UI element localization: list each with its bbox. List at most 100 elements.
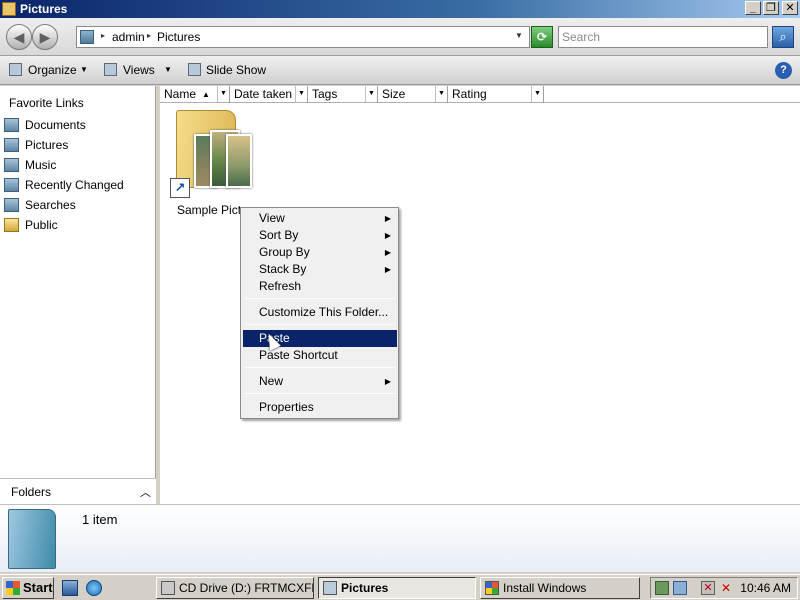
chevron-down-icon[interactable]: ▼ — [435, 86, 447, 102]
menu-item-label: Sort By — [259, 228, 299, 242]
chevron-down-icon[interactable]: ▼ — [531, 86, 543, 102]
breadcrumb-arrow-icon[interactable]: ▸ — [147, 31, 151, 40]
menu-item-properties[interactable]: Properties — [243, 399, 397, 416]
organize-button[interactable]: Organize — [28, 63, 77, 77]
cd-drive-icon — [161, 581, 175, 595]
column-header-rating[interactable]: Rating ▼ — [448, 86, 544, 103]
sidebar-item-label: Recently Changed — [25, 178, 124, 192]
breadcrumb-pictures[interactable]: Pictures — [157, 30, 200, 44]
taskbar: Start CD Drive (D:) FRTMCXFR... Pictures… — [0, 574, 800, 600]
forward-button[interactable]: ▶ — [32, 24, 58, 50]
close-button[interactable]: ✕ — [782, 1, 798, 15]
security-icon[interactable] — [655, 581, 669, 595]
address-bar[interactable]: ▸ admin ▸ Pictures ▼ — [76, 26, 530, 48]
menu-item-label: View — [259, 211, 285, 225]
internet-explorer-icon[interactable] — [86, 580, 102, 596]
chevron-down-icon[interactable]: ▼ — [164, 65, 172, 74]
menu-item-group-by[interactable]: Group By ▶ — [243, 244, 397, 261]
sidebar-item-recently-changed[interactable]: Recently Changed — [4, 176, 154, 194]
menu-item-label: Refresh — [259, 279, 302, 293]
start-button[interactable]: Start — [2, 577, 54, 599]
taskbar-button-cd-drive[interactable]: CD Drive (D:) FRTMCXFR... — [156, 577, 314, 599]
column-label: Tags — [312, 87, 338, 101]
menu-item-new[interactable]: New ▶ — [243, 373, 397, 390]
sidebar-item-label: Documents — [25, 118, 86, 132]
refresh-button[interactable]: ⟳ — [531, 26, 553, 48]
menu-item-label: Properties — [259, 400, 314, 414]
back-button[interactable]: ◀ — [6, 24, 32, 50]
music-icon — [4, 158, 19, 172]
chevron-up-icon[interactable]: ︿ — [140, 484, 151, 500]
column-header-date-taken[interactable]: Date taken ▼ — [230, 86, 308, 103]
system-tray: ✕ ✕ 10:46 AM — [650, 577, 798, 599]
maximize-button[interactable]: ❐ — [763, 1, 779, 15]
minimize-button[interactable]: _ — [745, 1, 761, 15]
column-label: Date taken — [234, 87, 293, 101]
menu-item-sort-by[interactable]: Sort By ▶ — [243, 227, 397, 244]
documents-icon — [4, 118, 19, 132]
breadcrumb-arrow-icon[interactable]: ▸ — [101, 31, 105, 40]
help-icon[interactable]: ? — [775, 62, 792, 79]
column-header-tags[interactable]: Tags ▼ — [308, 86, 378, 103]
column-label: Size — [382, 87, 406, 101]
sidebar-item-searches[interactable]: Searches — [4, 196, 154, 214]
network-icon[interactable] — [673, 581, 687, 595]
submenu-arrow-icon: ▶ — [384, 377, 391, 386]
windows-setup-icon — [485, 581, 499, 595]
favorite-links-heading: Favorite Links — [9, 96, 84, 110]
search-icon[interactable]: ⌕ — [772, 26, 794, 48]
volume-muted-icon[interactable]: ✕ — [719, 581, 733, 595]
pictures-icon — [4, 138, 19, 152]
taskbar-button-label: Install Windows — [503, 581, 587, 595]
submenu-arrow-icon: ▶ — [384, 214, 391, 223]
network-disconnected-icon[interactable]: ✕ — [701, 581, 715, 595]
menu-item-customize-folder[interactable]: Customize This Folder... — [243, 304, 397, 321]
show-desktop-icon[interactable] — [62, 580, 78, 596]
sidebar-item-documents[interactable]: Documents — [4, 116, 154, 134]
context-menu: View ▶ Sort By ▶ Group By ▶ Stack By ▶ R… — [240, 207, 399, 419]
chevron-down-icon[interactable]: ▼ — [80, 65, 88, 74]
taskbar-clock[interactable]: 10:46 AM — [740, 581, 791, 595]
menu-item-paste-shortcut[interactable]: Paste Shortcut — [243, 347, 397, 364]
menu-separator — [245, 367, 395, 368]
sidebar-item-pictures[interactable]: Pictures — [4, 136, 154, 154]
taskbar-button-install-windows[interactable]: Install Windows — [480, 577, 640, 599]
column-header-name[interactable]: Name ▲ ▼ — [160, 86, 230, 103]
sidebar-item-music[interactable]: Music — [4, 156, 154, 174]
taskbar-button-pictures[interactable]: Pictures — [318, 577, 476, 599]
shortcut-arrow-icon: ↗ — [170, 178, 190, 198]
folder-icon — [2, 2, 16, 16]
submenu-arrow-icon: ▶ — [384, 248, 391, 257]
details-pane: 1 item — [0, 504, 800, 572]
chevron-down-icon[interactable]: ▼ — [295, 86, 307, 102]
menu-item-label: Customize This Folder... — [259, 305, 389, 319]
slideshow-icon — [188, 63, 201, 76]
command-toolbar: Organize ▼ Views ▼ Slide Show ? — [0, 56, 800, 85]
address-dropdown-icon[interactable]: ▼ — [515, 31, 523, 40]
chevron-down-icon[interactable]: ▼ — [365, 86, 377, 102]
menu-item-refresh[interactable]: Refresh — [243, 278, 397, 295]
column-header-size[interactable]: Size ▼ — [378, 86, 448, 103]
sidebar-item-public[interactable]: Public — [4, 216, 154, 234]
column-label: Name — [164, 87, 197, 101]
folder-icon — [4, 218, 19, 232]
submenu-arrow-icon: ▶ — [384, 231, 391, 240]
menu-item-view[interactable]: View ▶ — [243, 210, 397, 227]
menu-item-label: Group By — [259, 245, 310, 259]
sidebar-item-label: Public — [25, 218, 58, 232]
sidebar-item-label: Searches — [25, 198, 76, 212]
chevron-down-icon[interactable]: ▼ — [217, 86, 229, 102]
search-input[interactable]: Search — [558, 26, 768, 48]
views-button[interactable]: Views — [123, 63, 155, 77]
breadcrumb-admin[interactable]: admin — [112, 30, 145, 44]
folders-toggle[interactable]: Folders ︿ — [0, 478, 156, 504]
folder-item-sample-pictures[interactable]: ↗ Sample Pictures — [170, 104, 264, 222]
searches-icon — [4, 198, 19, 212]
menu-separator — [245, 324, 395, 325]
slideshow-button[interactable]: Slide Show — [206, 63, 266, 77]
column-label: Rating — [452, 87, 487, 101]
pictures-icon — [323, 581, 337, 595]
window-titlebar[interactable]: Pictures _ ❐ ✕ — [0, 0, 800, 18]
menu-item-stack-by[interactable]: Stack By ▶ — [243, 261, 397, 278]
sidebar-item-label: Music — [25, 158, 57, 172]
